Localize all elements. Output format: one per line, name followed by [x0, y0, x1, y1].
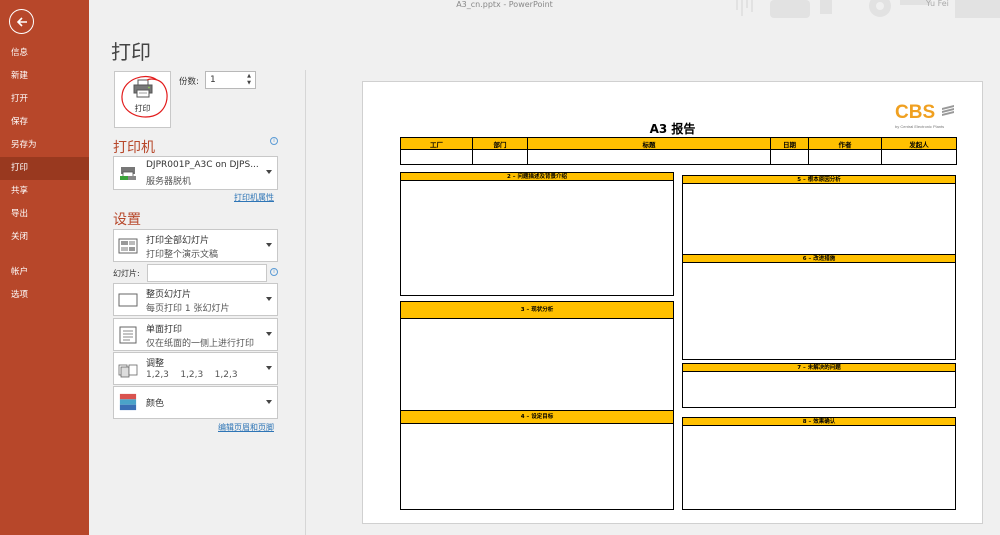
panel-divider	[305, 70, 306, 535]
title-decoration: Yu Fei	[730, 0, 1000, 22]
report-title: A3 报告	[649, 122, 696, 136]
print-button[interactable]: 打印	[114, 71, 171, 128]
header-cell-sponsor: 发起人	[881, 137, 957, 150]
chevron-down-icon	[266, 297, 272, 301]
one-sided-icon	[119, 326, 137, 344]
back-button[interactable]	[9, 9, 34, 34]
chevron-down-icon	[266, 366, 272, 370]
slides-label: 幻灯片:	[113, 269, 140, 278]
window-title: A3_cn.pptx - PowerPoint	[456, 0, 553, 9]
chevron-down-icon	[266, 170, 272, 174]
nav-item-open[interactable]: 打开	[0, 88, 89, 111]
color-dropdown[interactable]: 颜色	[113, 386, 278, 419]
table-header-row: 工厂 部门 标题 日期 作者 发起人	[400, 137, 957, 150]
nav-item-export[interactable]: 导出	[0, 203, 89, 226]
slide-preview: CBS by Central Electronic Plants A3 报告 工…	[362, 81, 983, 524]
nav-item-close[interactable]: 关闭	[0, 226, 89, 249]
header-cell-author: 作者	[808, 137, 882, 150]
slides-input[interactable]	[147, 264, 267, 282]
section-8-title: 8 – 效果确认	[683, 418, 955, 426]
chevron-down-icon	[266, 243, 272, 247]
layout-title: 整页幻灯片	[146, 290, 192, 300]
collate-subtitle: 1,2,3 1,2,3 1,2,3	[146, 370, 238, 380]
sides-dropdown[interactable]: 单面打印 仅在纸面的一侧上进行打印	[113, 318, 278, 351]
spinner-down-icon[interactable]: ▼	[245, 80, 253, 87]
layout-subtitle: 每页打印 1 张幻灯片	[146, 304, 230, 314]
color-title: 颜色	[146, 399, 165, 409]
collate-title: 调整	[146, 359, 165, 369]
nav-item-account[interactable]: 帐户	[0, 261, 89, 284]
collate-icon	[118, 364, 138, 378]
page-title: 打印	[111, 40, 151, 64]
sides-title: 单面打印	[146, 325, 183, 335]
edit-header-footer-link[interactable]: 编辑页眉和页脚	[218, 422, 274, 433]
logo-stripes-icon	[942, 105, 954, 116]
slides-info-icon[interactable]: i	[270, 268, 278, 276]
section-7-box: 7 – 未解决的问题	[682, 363, 956, 408]
backstage-nav: 信息 新建 打开 保存 另存为 打印 共享 导出 关闭 帐户 选项	[0, 42, 89, 307]
layout-dropdown[interactable]: 整页幻灯片 每页打印 1 张幻灯片	[113, 283, 278, 316]
printer-dropdown[interactable]: DJPR001P_A3C on DJPS... 服务器脱机	[113, 156, 278, 190]
nav-item-share[interactable]: 共享	[0, 180, 89, 203]
info-icon[interactable]: i	[270, 137, 278, 145]
copies-spinner[interactable]: ▲ ▼	[245, 73, 253, 87]
nav-item-info[interactable]: 信息	[0, 42, 89, 65]
header-cell-date: 日期	[770, 137, 809, 150]
backstage-sidebar: 信息 新建 打开 保存 另存为 打印 共享 导出 关闭 帐户 选项	[0, 0, 89, 535]
section-3-box: 3 – 现状分析	[400, 301, 674, 411]
nav-item-print[interactable]: 打印	[0, 157, 89, 180]
section-7-title: 7 – 未解决的问题	[683, 364, 955, 372]
printer-status-icon	[120, 167, 136, 180]
section-2-box: 2 – 问题描述及背景介绍	[400, 172, 674, 296]
color-swatch-icon	[119, 393, 137, 411]
nav-item-save-as[interactable]: 另存为	[0, 134, 89, 157]
copies-input[interactable]: 1 ▲ ▼	[205, 71, 256, 89]
header-cell-title: 标题	[527, 137, 771, 150]
nav-item-options[interactable]: 选项	[0, 284, 89, 307]
nav-item-new[interactable]: 新建	[0, 65, 89, 88]
section-4-box: 4 – 设定目标	[400, 410, 674, 510]
spinner-up-icon[interactable]: ▲	[245, 73, 253, 80]
chevron-down-icon	[266, 332, 272, 336]
printer-status: 服务器脱机	[146, 177, 192, 187]
print-range-title: 打印全部幻灯片	[146, 236, 210, 246]
nav-item-save[interactable]: 保存	[0, 111, 89, 134]
section-6-title: 6 – 改进措施	[683, 255, 955, 263]
print-range-subtitle: 打印整个演示文稿	[146, 250, 219, 260]
section-3-title: 3 – 现状分析	[401, 302, 673, 319]
print-range-dropdown[interactable]: 打印全部幻灯片 打印整个演示文稿	[113, 229, 278, 262]
report-header-table: 工厂 部门 标题 日期 作者 发起人	[400, 137, 957, 165]
arrow-left-icon	[16, 16, 27, 27]
slides-stack-icon	[118, 238, 138, 254]
section-4-title: 4 – 设定目标	[401, 411, 673, 424]
chevron-down-icon	[266, 400, 272, 404]
table-row	[400, 149, 957, 165]
section-8-box: 8 – 效果确认	[682, 417, 956, 510]
red-annotation-circle	[121, 75, 168, 118]
section-2-title: 2 – 问题描述及背景介绍	[401, 173, 673, 181]
section-5-title: 5 – 根本原因分析	[683, 176, 955, 184]
header-cell-factory: 工厂	[400, 137, 473, 150]
copies-value: 1	[210, 75, 216, 85]
printer-name: DJPR001P_A3C on DJPS...	[146, 160, 259, 170]
full-page-slide-icon	[118, 293, 138, 307]
printer-section-title: 打印机	[113, 140, 155, 156]
section-6-box: 6 – 改进措施	[682, 254, 956, 360]
header-cell-department: 部门	[472, 137, 528, 150]
printer-properties-link[interactable]: 打印机属性	[234, 192, 274, 203]
print-settings-panel: 打印 打印 份数: 1 ▲ ▼ 打印机 i DJPR001P_A3C on DJ…	[89, 0, 305, 535]
settings-section-title: 设置	[113, 212, 141, 228]
user-name[interactable]: Yu Fei	[925, 0, 949, 8]
collate-dropdown[interactable]: 调整 1,2,3 1,2,3 1,2,3	[113, 352, 278, 385]
sides-subtitle: 仅在纸面的一侧上进行打印	[146, 339, 255, 349]
copies-label: 份数:	[179, 77, 199, 87]
